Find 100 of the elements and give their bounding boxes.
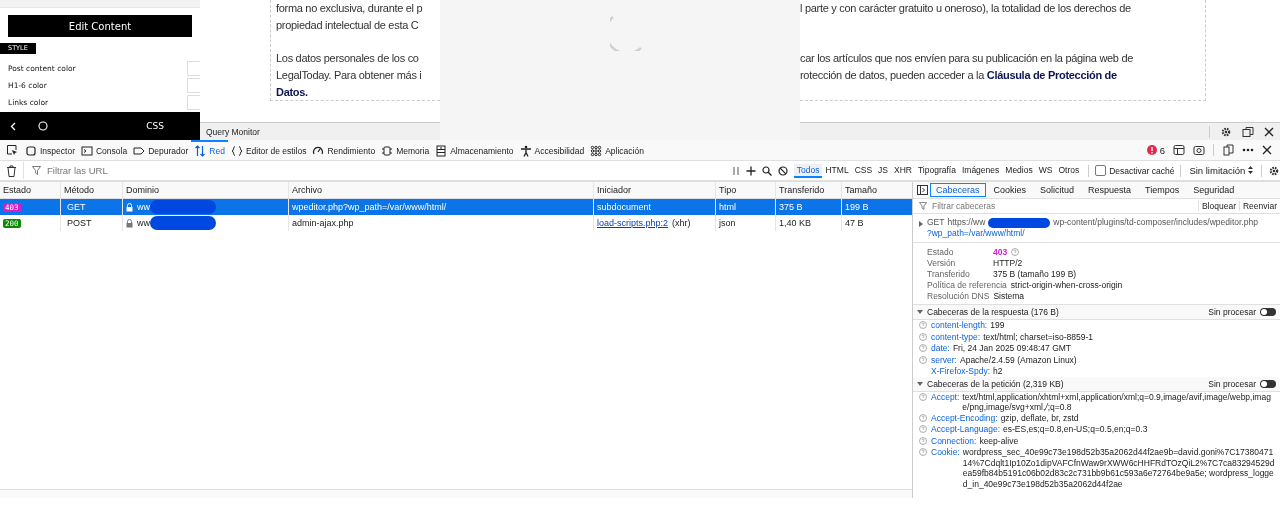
header-value: Fri, 24 Jan 2025 09:48:47 GMT <box>952 343 1072 354</box>
type-filter[interactable]: CSS <box>851 163 876 178</box>
details-tab[interactable]: Cookies <box>987 183 1033 197</box>
details-tab[interactable]: Cabeceras <box>930 183 986 197</box>
header-value: Apache/2.4.59 (Amazon Linux) <box>960 354 1077 365</box>
header-name: date: <box>931 343 950 354</box>
action-button[interactable]: Reenviar <box>1238 201 1280 211</box>
column-header[interactable]: Tamaño <box>845 185 878 195</box>
header-value: 199 <box>990 320 1005 331</box>
devtools-tab[interactable]: Consola <box>77 140 131 160</box>
header-name: X-Firefox-Spdy: <box>931 366 991 377</box>
request-url: wp-content/plugins/td-composer/includes/wpeditor.php <box>1053 217 1258 228</box>
column-header[interactable]: Dominio <box>126 185 159 195</box>
column-header[interactable]: Tipo <box>719 185 737 195</box>
type-filter[interactable]: HTML <box>822 163 852 178</box>
throttling-dropdown[interactable]: Sin limitación <box>1187 165 1255 176</box>
column-header[interactable]: Transferido <box>779 185 825 195</box>
details-tab[interactable]: Solicitud <box>1034 183 1081 197</box>
action-button[interactable]: Bloquear <box>1197 201 1239 211</box>
checkbox-label[interactable]: Desactivar caché <box>1109 165 1175 176</box>
devtools-tab[interactable]: Rendimiento <box>309 140 379 160</box>
table-cell: POST <box>67 218 92 228</box>
type-filter[interactable]: XHR <box>891 163 915 178</box>
table-cell: ww <box>137 218 150 228</box>
section-header[interactable]: Cabeceras de la petición (2,319 KB) Sin procesar <box>913 376 1280 392</box>
type-filter[interactable]: Medios <box>1002 163 1036 178</box>
edit-content-button[interactable]: Edit Content <box>8 15 192 37</box>
type-filter[interactable]: Imágenes <box>958 163 1003 178</box>
css-label[interactable]: CSS <box>146 121 164 131</box>
devtools-tab[interactable]: Accesibilidad <box>516 140 588 160</box>
devtools-tab[interactable]: Red <box>191 140 228 160</box>
summary-label: Política de referencia <box>927 279 1007 290</box>
devtools-tab[interactable]: Depurador <box>130 140 192 160</box>
header-filter-field[interactable]: Filtrar cabeceras <box>930 200 1184 212</box>
devtools-tab[interactable]: Almacenamiento <box>432 140 517 160</box>
article-text: l parte y con carácter gratuito u oneroso), la totalidad de los derechos de <box>800 1 1132 16</box>
header-value: h2 <box>993 366 1003 377</box>
error-count[interactable]: 6 <box>1159 144 1165 156</box>
header-value: text/html; charset=iso-8859-1 <box>983 331 1093 342</box>
type-filter[interactable]: Todos <box>793 163 823 178</box>
summary-label: Transferido <box>927 268 971 279</box>
header-value: gzip, deflate, br, zstd <box>1000 412 1079 423</box>
table-cell: json <box>719 218 736 228</box>
devtools-tab[interactable]: Inspector <box>22 140 78 160</box>
article-text: propiedad intelectual de esta C <box>276 18 420 33</box>
table-cell: 47 B <box>845 218 864 228</box>
details-tab[interactable]: Seguridad <box>1187 183 1241 197</box>
table-cell: 1,40 KB <box>779 218 812 228</box>
summary-value: Sistema <box>993 290 1025 301</box>
column-header[interactable]: Archivo <box>292 185 322 195</box>
type-filter[interactable]: JS <box>875 163 892 178</box>
type-filter[interactable]: Otros <box>1055 163 1083 178</box>
table-cell: subdocument <box>597 202 652 212</box>
header-name: Accept: <box>931 391 960 402</box>
request-method: GET <box>927 217 945 228</box>
header-value: es-ES,es;q=0.8,en-US;q=0.5,en;q=0.3 <box>1003 424 1148 435</box>
section-title: Cabeceras de la petición (2,319 KB) <box>927 378 1064 389</box>
header-value: wordpress_sec_40e99c73e198d52b35a2062d44f2ae9b=david.goni%7C1738047114%7Cdqlt1Ip10Zo1dipVAFCfnWaw9rXWW6cHHFRdTOzQiL2%7C7ca83294529dea59fb84b5191c06b02d83c2c731bb9b61c593a6e72764be9a5e; wordpress_logged_in_40e99c73e198d52b35a2062d44f2ae <box>962 447 1276 489</box>
devtools-tab[interactable]: Editor de estilos <box>227 140 310 160</box>
article-text: rotección de datos, pueden acceder a la Cláusula de Protección de <box>800 68 1118 83</box>
article-text: LegalToday. Para obtener más i <box>276 68 423 83</box>
request-url: https://ww <box>947 217 986 228</box>
header-name: content-length: <box>931 320 988 331</box>
table-cell: admin-ajax.php <box>292 218 354 228</box>
dock-title: Query Monitor <box>206 126 260 137</box>
url-filter-field[interactable]: Filtrar las URL <box>45 164 726 177</box>
type-filter[interactable]: WS <box>1035 163 1056 178</box>
header-name: server: <box>931 354 957 365</box>
summary-value: 375 B (tamaño 199 B) <box>993 268 1077 279</box>
devtools-tab[interactable]: Aplicación <box>587 140 647 160</box>
section-header[interactable]: Cabeceras de la respuesta (176 B) Sin procesar <box>913 305 1280 320</box>
summary-label: Estado <box>927 246 955 257</box>
summary-label: Resolución DNS <box>927 290 990 301</box>
header-name: Cookie: <box>931 447 960 458</box>
article-text: Datos. <box>276 85 309 100</box>
column-header[interactable]: Método <box>64 185 95 195</box>
table-cell: 199 B <box>845 202 869 212</box>
table-cell: html <box>719 202 736 212</box>
table-cell: 375 B <box>779 202 803 212</box>
article-text: car los artículos que nos envíen para su publicación en la página web de <box>800 51 1135 66</box>
header-value: keep-alive <box>979 435 1019 446</box>
header-name: content-type: <box>931 331 981 342</box>
details-tab[interactable]: Tiempos <box>1139 183 1186 197</box>
column-header[interactable]: Estado <box>3 185 32 195</box>
devtools-tab[interactable]: Memoria <box>378 140 433 160</box>
column-header[interactable]: Iniciador <box>597 185 632 195</box>
summary-value: strict-origin-when-cross-origin <box>1010 279 1123 290</box>
article-text: Los datos personales de los co <box>276 51 420 66</box>
type-filter[interactable]: Tipografía <box>915 163 959 178</box>
toggle-label: Sin procesar <box>1208 378 1256 389</box>
header-name: Accept-Language: <box>931 424 1000 435</box>
article-text: forma no exclusiva, durante el p <box>276 1 424 16</box>
request-query: ?wp_path=/var/www/html/ <box>927 228 1025 239</box>
toggle-label: Sin procesar <box>1208 307 1256 317</box>
header-name: Accept-Encoding: <box>931 412 998 423</box>
table-cell: wpeditor.php?wp_path=/var/www/html/ <box>292 202 447 212</box>
initiator-link[interactable]: load-scripts.php:2 <box>597 218 669 228</box>
details-tab[interactable]: Respuesta <box>1082 183 1138 197</box>
status-code: 403 <box>993 246 1008 257</box>
summary-value: HTTP/2 <box>993 257 1023 268</box>
